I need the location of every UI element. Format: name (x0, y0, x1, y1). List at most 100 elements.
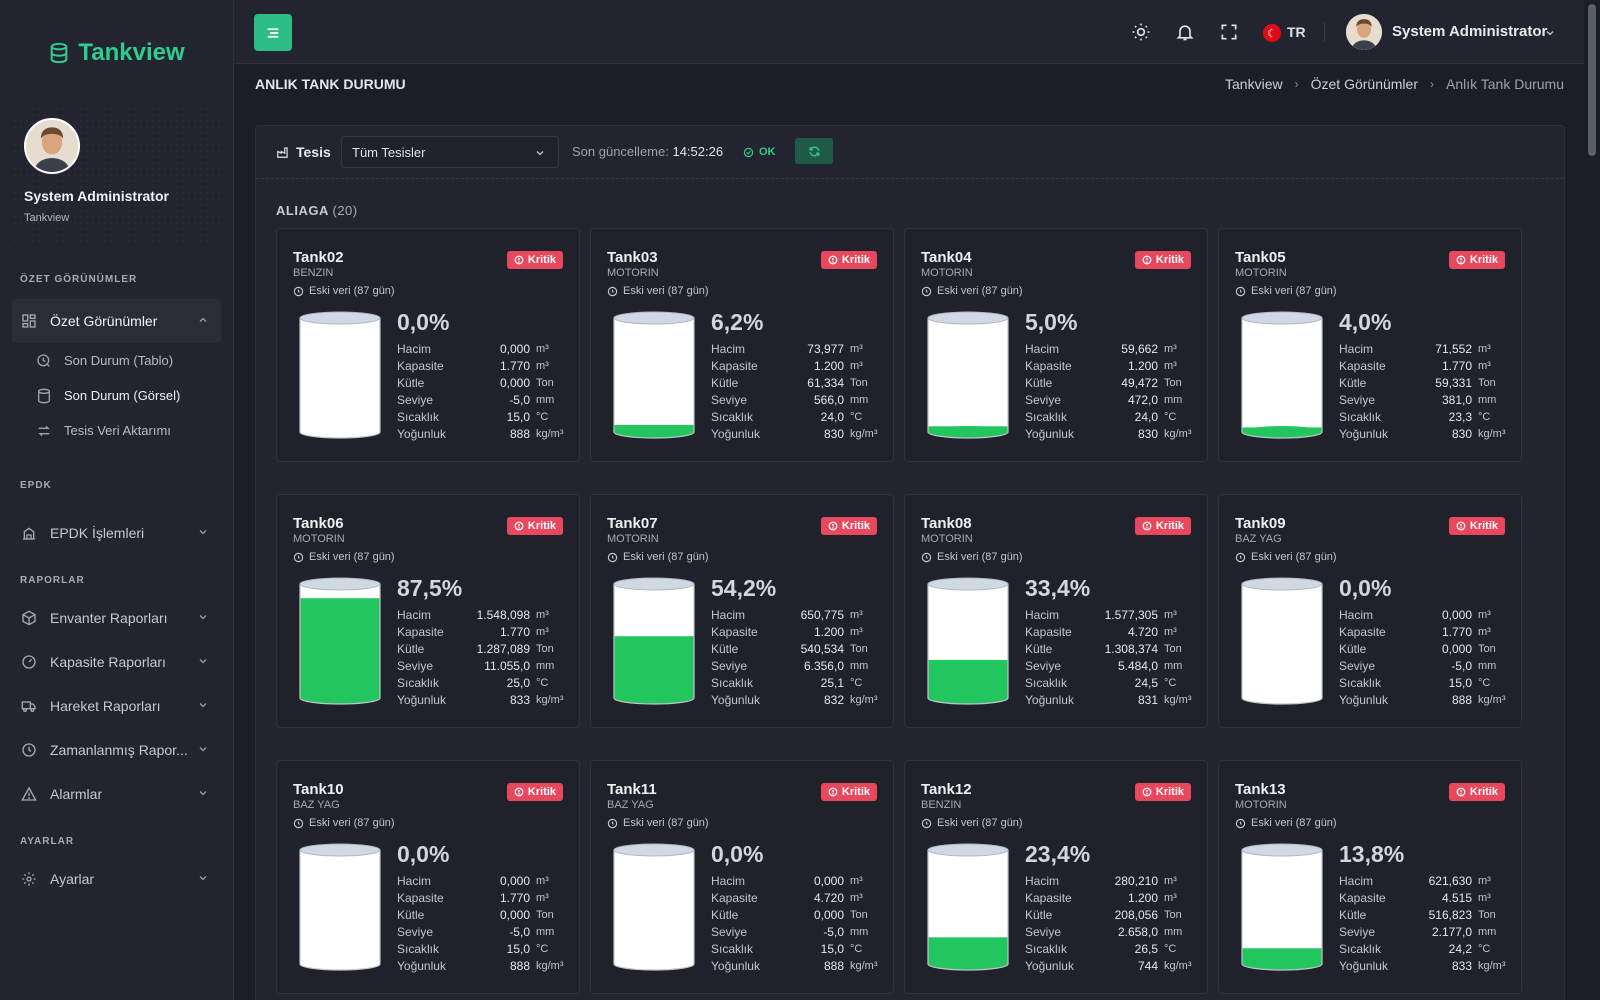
critical-badge-text: Kritik (1155, 786, 1184, 798)
metric-unit: m³ (850, 625, 863, 638)
metric-hacim: Hacim 59,662 m³ (1025, 340, 1195, 357)
metric-label: Kapasite (1025, 890, 1072, 905)
tank-card[interactable]: Tank03 MOTORIN Eski veri (87 gün) Kritik… (590, 228, 894, 462)
tank-card[interactable]: Tank10 BAZ YAG Eski veri (87 gün) Kritik… (276, 760, 580, 994)
metric-sicaklik: Sıcaklık 25,0 °C (397, 674, 567, 691)
breadcrumb-item[interactable]: Tankview (1225, 76, 1283, 92)
tank-metrics: Hacim 0,000 m³ Kapasite 1.770 m³ Kütle 0,000 T… (397, 340, 567, 442)
metric-value: 208,056 (1114, 907, 1158, 922)
avatar[interactable] (24, 118, 80, 174)
user-avatar[interactable] (1346, 14, 1382, 50)
sidebar-item-epdk-islemleri[interactable]: EPDK İşlemleri (0, 511, 233, 555)
metric-unit: kg/m³ (536, 427, 564, 440)
metric-unit: °C (1478, 410, 1491, 423)
tank-product: BENZIN (921, 799, 962, 811)
tank-card[interactable]: Tank08 MOTORIN Eski veri (87 gün) Kritik… (904, 494, 1208, 728)
brand-logo[interactable]: Tankview (0, 0, 233, 106)
tank-top (1241, 577, 1323, 591)
page-title: ANLIK TANK DURUMU (255, 76, 406, 92)
sidebar-item-zamanlanmis[interactable]: Zamanlanmış Rapor... (0, 728, 233, 772)
metric-kutle: Kütle 59,331 Ton (1339, 374, 1509, 391)
tank-card[interactable]: Tank07 MOTORIN Eski veri (87 gün) Kritik… (590, 494, 894, 728)
info-circle-icon (1235, 552, 1246, 562)
tank-level-graphic (1241, 311, 1323, 439)
metric-value: 24,5 (1134, 675, 1158, 690)
tank-card[interactable]: Tank09 BAZ YAG Eski veri (87 gün) Kritik… (1218, 494, 1522, 728)
last-update-label: Son güncelleme: (572, 144, 669, 159)
critical-badge-text: Kritik (527, 520, 556, 532)
tank-card[interactable]: Tank02 BENZIN Eski veri (87 gün) Kritik … (276, 228, 580, 462)
sidebar-item-label: EPDK İşlemleri (50, 525, 145, 541)
bell-icon[interactable] (1175, 22, 1195, 42)
fill-percentage: 23,4% (1025, 841, 1091, 867)
language-selector[interactable]: TR (1287, 24, 1306, 40)
metric-label: Hacim (711, 607, 746, 622)
tank-card[interactable]: Tank05 MOTORIN Eski veri (87 gün) Kritik… (1218, 228, 1522, 462)
tank-card[interactable]: Tank06 MOTORIN Eski veri (87 gün) Kritik… (276, 494, 580, 728)
metric-value: 15,0 (506, 941, 530, 956)
tank-card[interactable]: Tank13 MOTORIN Eski veri (87 gün) Kritik… (1218, 760, 1522, 994)
tank-top (927, 311, 1009, 325)
info-circle-icon (293, 552, 304, 562)
tank-card[interactable]: Tank12 BENZIN Eski veri (87 gün) Kritik … (904, 760, 1208, 994)
tank-level-graphic (299, 311, 381, 439)
critical-badge: Kritik (1134, 251, 1191, 269)
critical-badge-text: Kritik (841, 786, 870, 798)
metric-label: Sıcaklık (1025, 675, 1068, 690)
alert-circle-icon (1142, 255, 1152, 265)
sidebar-item-alarmlar[interactable]: Alarmlar (0, 772, 233, 816)
truck-icon (20, 697, 38, 715)
tank-product: BENZIN (293, 267, 334, 279)
menu-toggle-button[interactable] (254, 14, 292, 51)
sidebar-item-son-durum-tablo[interactable]: Son Durum (Tablo) (0, 343, 233, 378)
tank-card[interactable]: Tank11 BAZ YAG Eski veri (87 gün) Kritik… (590, 760, 894, 994)
building-icon (20, 524, 38, 542)
nav-section-ayarlar: AYARLAR (20, 836, 75, 847)
metric-value: 0,000 (499, 907, 530, 922)
sidebar-item-hareket[interactable]: Hareket Raporları (0, 684, 233, 728)
metric-label: Kütle (1025, 375, 1053, 390)
scrollbar[interactable] (1584, 0, 1600, 1000)
facility-select[interactable]: Tüm Tesisler (341, 136, 559, 168)
metric-label: Yoğunluk (1025, 692, 1074, 707)
metric-value: 4.720 (813, 890, 844, 905)
critical-badge: Kritik (820, 783, 877, 801)
metric-kutle: Kütle 61,334 Ton (711, 374, 881, 391)
sidebar-item-son-durum-gorsel[interactable]: Son Durum (Görsel) (0, 378, 233, 413)
alert-circle-icon (1142, 521, 1152, 531)
tank-body (300, 318, 380, 432)
metric-label: Yoğunluk (397, 426, 446, 441)
metric-label: Kütle (1025, 907, 1053, 922)
refresh-button[interactable] (795, 138, 833, 164)
sidebar-item-kapasite[interactable]: Kapasite Raporları (0, 640, 233, 684)
metric-unit: m³ (1164, 359, 1177, 372)
metric-value: -5,0 (509, 392, 530, 407)
scrollbar-thumb[interactable] (1588, 4, 1596, 156)
chevron-down-icon (199, 876, 207, 881)
metric-unit: kg/m³ (1478, 427, 1506, 440)
metric-label: Yoğunluk (397, 958, 446, 973)
metric-hacim: Hacim 1.548,098 m³ (397, 606, 567, 623)
user-menu-name[interactable]: System Administrator (1392, 23, 1547, 40)
sun-icon[interactable] (1131, 22, 1151, 42)
sidebar-item-tesis-veri[interactable]: Tesis Veri Aktarımı (0, 413, 233, 448)
chevron-down-icon[interactable] (1544, 27, 1556, 39)
chevron-down-icon (199, 703, 207, 708)
sidebar-item-envanter[interactable]: Envanter Raporları (0, 596, 233, 640)
sidebar-item-ozet-gorunumler[interactable]: Özet Görünümler (12, 299, 221, 343)
alert-circle-icon (514, 787, 524, 797)
tank-card[interactable]: Tank04 MOTORIN Eski veri (87 gün) Kritik… (904, 228, 1208, 462)
metric-sicaklik: Sıcaklık 15,0 °C (397, 408, 567, 425)
stale-data-notice: Eski veri (87 gün) (293, 285, 395, 297)
breadcrumb-item[interactable]: Özet Görünümler (1311, 76, 1418, 92)
alert-circle-icon (1456, 787, 1466, 797)
sidebar-item-ayarlar[interactable]: Ayarlar (0, 857, 233, 901)
fullscreen-icon[interactable] (1219, 22, 1239, 42)
fill-percentage: 13,8% (1339, 841, 1405, 867)
critical-badge-text: Kritik (1469, 786, 1498, 798)
gear-icon (20, 870, 38, 888)
turkey-flag-icon[interactable]: ☾ (1263, 24, 1281, 42)
metric-label: Hacim (397, 873, 432, 888)
breadcrumb: Tankview › Özet Görünümler › Anlık Tank … (1225, 76, 1564, 92)
metric-label: Sıcaklık (1025, 941, 1068, 956)
